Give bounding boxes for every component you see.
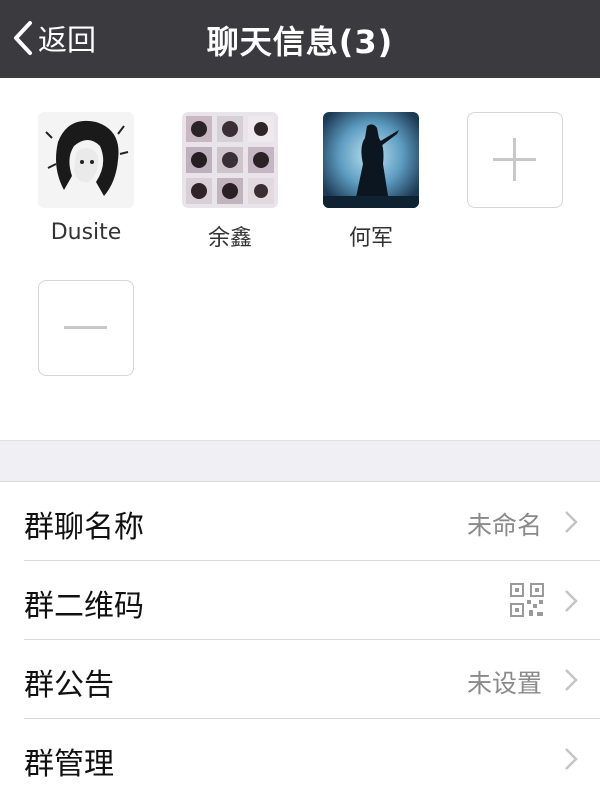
remove-member-button[interactable] — [38, 280, 134, 376]
group-name-row[interactable]: 群聊名称 未命名 — [0, 482, 600, 561]
row-label: 群公告 — [24, 668, 114, 703]
add-member-button[interactable] — [467, 112, 563, 208]
minus-icon — [39, 281, 133, 374]
chevron-right-icon — [564, 510, 578, 538]
chevron-right-icon — [564, 747, 578, 775]
group-name-value: 未命名 — [466, 511, 542, 540]
section-divider — [0, 440, 600, 482]
member-name: Dusite — [50, 220, 122, 245]
group-settings-list: 群聊名称 未命名 群二维码 群公告 未设置 群管理 — [0, 482, 600, 799]
chevron-right-icon — [564, 668, 578, 696]
avatar[interactable] — [323, 112, 419, 208]
navigation-bar: 返回 聊天信息(3) — [0, 0, 600, 78]
plus-icon — [468, 113, 562, 206]
row-label: 群二维码 — [24, 589, 144, 624]
row-label: 群聊名称 — [24, 510, 144, 545]
row-label: 群管理 — [24, 747, 114, 782]
group-qr-row[interactable]: 群二维码 — [0, 561, 600, 640]
member-dusite[interactable]: Dusite — [38, 112, 134, 245]
announcement-value: 未设置 — [466, 669, 542, 698]
chevron-right-icon — [564, 589, 578, 617]
member-yuxin[interactable]: 余鑫 — [182, 112, 278, 252]
avatar[interactable] — [182, 112, 278, 208]
member-name: 余鑫 — [207, 226, 252, 251]
qr-code-icon — [510, 583, 544, 621]
page-title: 聊天信息(3) — [206, 23, 394, 61]
member-name: 何军 — [348, 226, 393, 251]
announcement-row[interactable]: 群公告 未设置 — [0, 640, 600, 719]
group-manage-row[interactable]: 群管理 — [0, 719, 600, 798]
member-grid: Dusite 余鑫 何军 — [0, 78, 600, 440]
avatar[interactable] — [38, 112, 134, 208]
member-hejun[interactable]: 何军 — [323, 112, 419, 252]
